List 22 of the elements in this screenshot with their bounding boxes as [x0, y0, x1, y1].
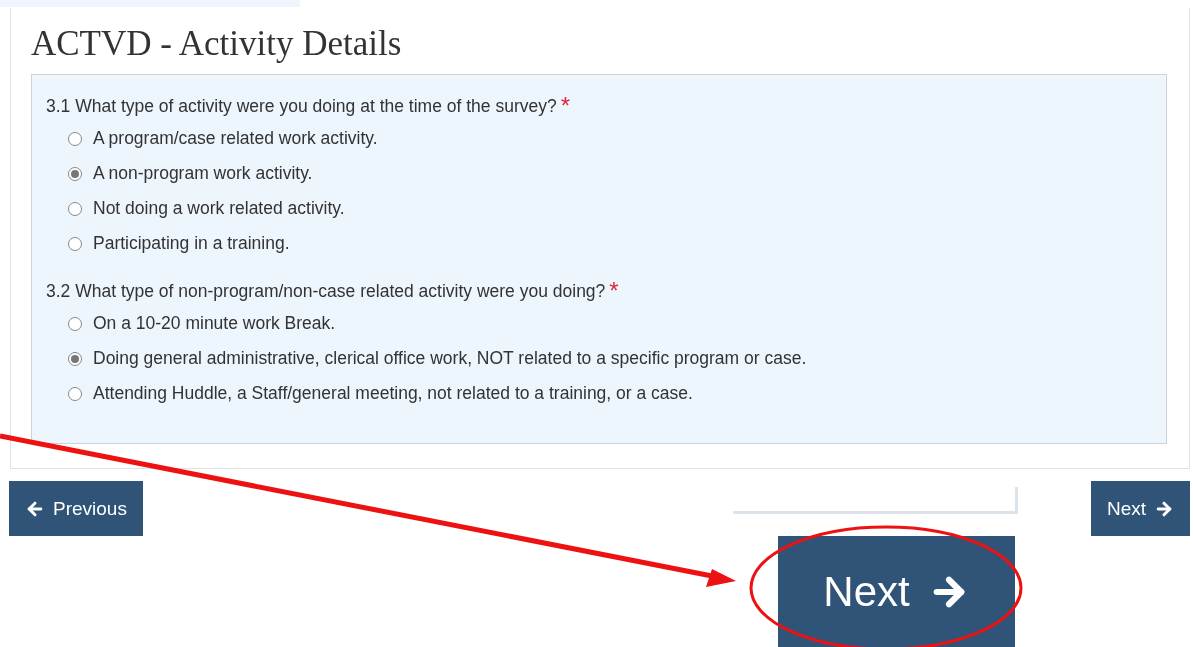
- radio-button[interactable]: [68, 166, 82, 181]
- radio-button[interactable]: [68, 351, 82, 366]
- required-mark: *: [609, 281, 619, 301]
- required-mark: *: [560, 96, 571, 116]
- radio-button[interactable]: [68, 236, 82, 251]
- option-label[interactable]: A program/case related work activity.: [93, 128, 378, 149]
- radio-button[interactable]: [68, 201, 82, 216]
- option-label[interactable]: A non-program work activity.: [93, 163, 313, 184]
- next-button[interactable]: Next: [1090, 481, 1190, 536]
- radio-button[interactable]: [68, 316, 82, 331]
- question-text: 3.1 What type of activity were you doing at the time of the survey?: [46, 95, 557, 118]
- question-text: 3.2 What type of non-program/non-case related activity were you doing?: [46, 280, 606, 303]
- page-title: ACTVD - Activity Details: [31, 23, 403, 65]
- previous-button[interactable]: Previous: [9, 481, 143, 536]
- option-label[interactable]: Attending Huddle, a Staff/general meeting, not related to a training, or a case.: [93, 383, 693, 404]
- option-label[interactable]: Participating in a training.: [93, 233, 290, 254]
- next-button[interactable]: Next: [778, 536, 1015, 647]
- option-label[interactable]: Doing general administrative, clerical office work, NOT related to a specific program or case.: [93, 348, 807, 369]
- radio-button[interactable]: [68, 386, 82, 401]
- radio-button[interactable]: [68, 131, 82, 146]
- option-label[interactable]: On a 10-20 minute work Break.: [93, 313, 336, 334]
- option-label[interactable]: Not doing a work related activity.: [93, 198, 345, 219]
